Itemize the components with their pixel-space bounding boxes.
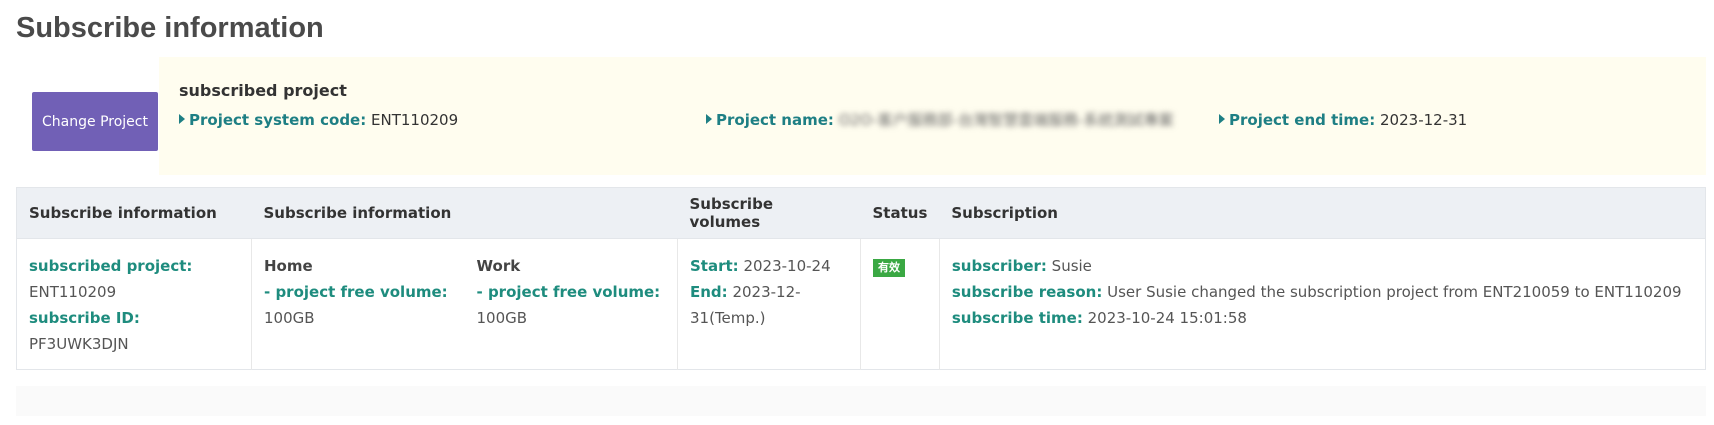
subscription-table: Subscribe information Subscribe informat… (16, 187, 1706, 370)
cell-subscribe-volumes: Start: 2023-10-24 End: 2023-12-31(Temp.) (677, 238, 861, 370)
project-system-code-value: ENT110209 (371, 111, 459, 129)
project-name-value: O2O-客户服務部-台灣智慧雲端服務-系統測試專案 (838, 111, 1174, 129)
project-system-code-label: Project system code: (189, 111, 367, 129)
subscribe-time-label: subscribe time: (951, 309, 1083, 327)
caret-right-icon (706, 114, 712, 124)
header-status: Status (860, 187, 940, 239)
subscribe-time-value: 2023-10-24 15:01:58 (1087, 309, 1247, 327)
home-free-volume-label: - project free volume: (264, 283, 448, 301)
subscribed-project-value: ENT110209 (29, 283, 117, 301)
header-subscribe-information-2: Subscribe information (251, 187, 678, 239)
status-badge: 有效 (873, 259, 905, 277)
subscribe-id-label: subscribe ID: (29, 309, 140, 327)
caret-right-icon (179, 114, 185, 124)
table-row: subscribed project: ENT110209 subscribe … (17, 238, 1706, 370)
project-end-time-field: Project end time: 2023-12-31 (1219, 107, 1467, 133)
subscriber-label: subscriber: (951, 257, 1047, 275)
cell-status: 有效 (860, 238, 940, 370)
subscribe-reason-label: subscribe reason: (951, 283, 1103, 301)
subscriber-value: Susie (1051, 257, 1092, 275)
header-subscription: Subscription (939, 187, 1706, 239)
work-free-volume-label: - project free volume: (476, 283, 661, 301)
bottom-panel (16, 386, 1706, 416)
change-project-button[interactable]: Change Project (32, 92, 158, 151)
subscribed-project-label: subscribed project: (29, 257, 193, 275)
work-title: Work (476, 257, 521, 275)
end-label: End: (690, 283, 728, 301)
cell-subscription: subscriber: Susie subscribe reason: User… (938, 238, 1706, 370)
subscribed-project-heading: subscribed project (179, 81, 347, 100)
project-system-code-field: Project system code: ENT110209 (179, 107, 458, 133)
cell-work-volume: Work - project free volume: 100GB (465, 239, 678, 370)
work-free-volume-value: 100GB (476, 309, 528, 327)
project-end-time-value: 2023-12-31 (1380, 111, 1468, 129)
project-end-time-label: Project end time: (1229, 111, 1376, 129)
project-name-field: Project name: O2O-客户服務部-台灣智慧雲端服務-系統測試專案 (706, 107, 1176, 133)
header-subscribe-information: Subscribe information (16, 187, 252, 239)
cell-subscribe-info: subscribed project: ENT110209 subscribe … (17, 239, 252, 370)
home-free-volume-value: 100GB (264, 309, 315, 327)
cell-home-volume: Home - project free volume: 100GB (251, 238, 465, 370)
subscribe-reason-value: User Susie changed the subscription proj… (1107, 283, 1682, 301)
home-title: Home (264, 257, 313, 275)
table-header-row: Subscribe information Subscribe informat… (16, 187, 1706, 239)
start-value: 2023-10-24 (743, 257, 831, 275)
subscribed-project-panel: Change Project subscribed project Projec… (16, 57, 1706, 175)
caret-right-icon (1219, 114, 1225, 124)
header-subscribe-volumes: Subscribe volumes (677, 187, 861, 239)
page-title: Subscribe information (16, 12, 324, 44)
project-name-label: Project name: (716, 111, 834, 129)
start-label: Start: (690, 257, 739, 275)
subscribe-id-value: PF3UWK3DJN (29, 335, 129, 353)
